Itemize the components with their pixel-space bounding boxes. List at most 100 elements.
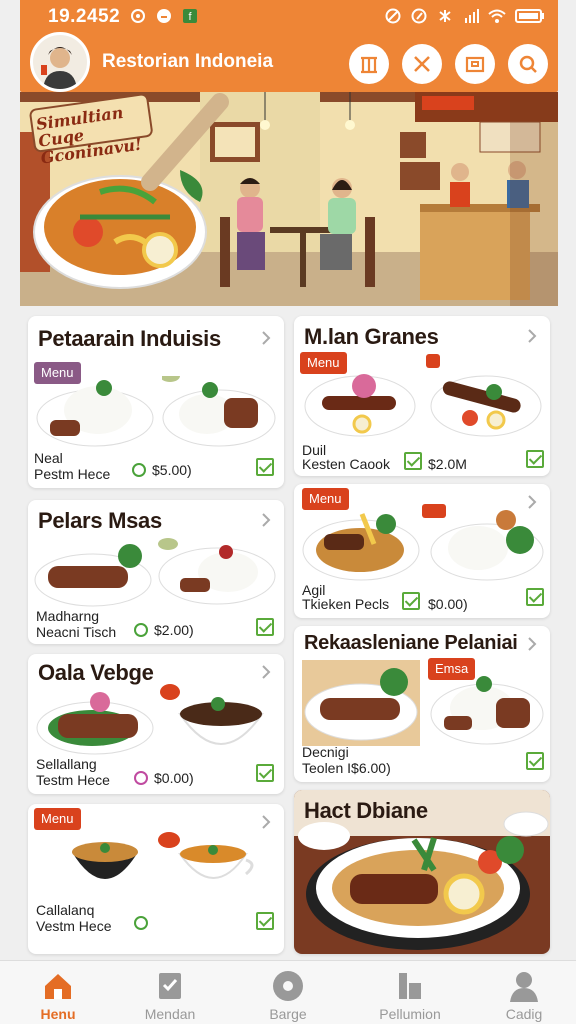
noodle-plate-image xyxy=(302,513,420,581)
card-title: M.lan Granes xyxy=(304,324,439,349)
add-check-icon[interactable] xyxy=(256,764,274,782)
nav-menu[interactable]: Mendan xyxy=(120,961,220,1024)
soup-cup-image xyxy=(178,845,254,879)
person-icon xyxy=(507,969,541,1003)
avatar[interactable] xyxy=(30,32,90,92)
chevron-right-icon[interactable] xyxy=(258,330,274,346)
home-icon xyxy=(41,969,75,1003)
bottom-nav: Henu Mendan Barge Pellumion Cadig xyxy=(0,960,576,1024)
menu-card-rekaasleniane[interactable]: Rekaasleniane Pelaniai Emsa Decnigi Teol… xyxy=(294,626,550,782)
nav-cadig[interactable]: Cadig xyxy=(474,961,574,1024)
hero-banner[interactable]: Simultian Cuqe Gconinavu! xyxy=(20,92,558,306)
item-name: Decnigi xyxy=(302,744,349,760)
menu-check-icon xyxy=(153,969,187,1003)
nav-home[interactable]: Henu xyxy=(8,961,108,1024)
dnd-icon xyxy=(384,7,402,25)
add-check-icon[interactable] xyxy=(526,752,544,770)
restaurant-button[interactable] xyxy=(349,44,389,84)
item-sub: Tkieken Pecls xyxy=(302,596,390,612)
menu-badge: Menu xyxy=(34,808,81,830)
status-time: 19.2452 xyxy=(48,6,121,27)
price-icon xyxy=(132,463,146,477)
sate-plate-image xyxy=(304,374,416,437)
bean-bowl-image xyxy=(178,697,264,745)
add-check-icon[interactable] xyxy=(402,592,420,610)
grilled-meat-plate-image xyxy=(36,692,154,755)
app-header: 19.2452 f Restorian Indoneia xyxy=(20,0,558,92)
price-icon xyxy=(134,916,148,930)
card-title: Rekaasleniane Pelaniai xyxy=(304,632,518,654)
grilled-meat-plate-image xyxy=(302,660,420,746)
chevron-right-icon[interactable] xyxy=(258,664,274,680)
item-price: $5.00) xyxy=(152,462,192,478)
card-title: Pelars Msas xyxy=(38,508,162,533)
bluetooth-icon xyxy=(436,7,454,25)
menu-card-mlan[interactable]: M.lan Granes Menu Duil Kesten Caook $2.0… xyxy=(294,316,550,476)
add-check-icon[interactable] xyxy=(404,452,422,470)
card-title: Petaarain Induisis xyxy=(38,326,221,351)
item-sub: Teolen I$6.00) xyxy=(302,760,391,776)
menu-card-oala[interactable]: Oala Vebge Sellallang Testm Hece $0.00) xyxy=(28,654,284,794)
chevron-right-icon[interactable] xyxy=(258,512,274,528)
sate-plate-image xyxy=(430,375,542,437)
menu-card-agil[interactable]: Menu Agil Tkieken Pecls $0.00) xyxy=(294,484,550,618)
battery-icon xyxy=(514,7,546,25)
utensils-button[interactable] xyxy=(402,44,442,84)
price-icon xyxy=(134,623,148,637)
item-price: $2.0M xyxy=(428,456,467,472)
tag-icon xyxy=(426,354,440,368)
notification-icon xyxy=(129,7,147,25)
app-title: Restorian Indoneia xyxy=(102,51,274,72)
rice-plate-image xyxy=(430,676,544,745)
wifi-icon xyxy=(488,7,506,25)
rice-plate-image xyxy=(158,538,276,605)
item-sub: Neacni Tisch xyxy=(36,624,117,640)
item-price: $2.00) xyxy=(154,622,194,638)
soup-bowl-image xyxy=(72,842,138,879)
item-name: Madharng xyxy=(36,608,100,624)
item-name: Callalanq xyxy=(36,902,95,918)
add-check-icon[interactable] xyxy=(526,588,544,606)
card-title: Hact Dbiane xyxy=(304,798,428,823)
utensils-icon xyxy=(414,56,430,72)
cart-button[interactable] xyxy=(455,44,495,84)
chevron-right-icon[interactable] xyxy=(524,328,540,344)
item-sub: Testm Hece xyxy=(36,772,110,788)
rice-plate-image xyxy=(430,510,544,581)
search-icon xyxy=(519,55,537,73)
status-bar: 19.2452 f xyxy=(20,0,558,32)
app-icon: f xyxy=(181,7,199,25)
sync-icon xyxy=(410,7,428,25)
item-sub: Kesten Caook xyxy=(302,456,390,472)
chevron-right-icon[interactable] xyxy=(258,814,274,830)
grilled-meat-plate-image xyxy=(34,544,152,607)
rice-plate-image xyxy=(162,376,276,447)
add-check-icon[interactable] xyxy=(256,912,274,930)
rice-plate-image xyxy=(36,380,154,447)
chevron-right-icon[interactable] xyxy=(524,636,540,652)
nav-barge[interactable]: Barge xyxy=(238,961,338,1024)
add-check-icon[interactable] xyxy=(526,450,544,468)
item-name: Neal xyxy=(34,450,63,466)
nav-pellumion[interactable]: Pellumion xyxy=(360,961,460,1024)
chart-icon xyxy=(393,969,427,1003)
box-icon xyxy=(465,56,485,73)
add-check-icon[interactable] xyxy=(256,618,274,636)
item-sub: Vestm Hece xyxy=(36,918,112,934)
menu-card-callalanq[interactable]: Menu Callalanq Vestm Hece xyxy=(28,804,284,954)
item-sub: Pestm Hece xyxy=(34,466,111,482)
price-icon xyxy=(134,771,148,785)
disc-icon xyxy=(271,969,305,1003)
add-check-icon[interactable] xyxy=(256,458,274,476)
item-name: Sellallang xyxy=(36,756,97,772)
card-title: Oala Vebge xyxy=(38,660,154,685)
search-button[interactable] xyxy=(508,44,548,84)
cloud-icon xyxy=(155,7,173,25)
item-price: $0.00) xyxy=(428,596,468,612)
menu-card-hact[interactable]: Hact Dbiane xyxy=(294,790,550,954)
storefront-icon xyxy=(361,56,377,74)
item-price: $0.00) xyxy=(154,770,194,786)
menu-card-petaarain[interactable]: Petaarain Induisis Menu Neal Pestm Hece … xyxy=(28,316,284,488)
menu-card-pelars[interactable]: Pelars Msas Madharng Neacni Tisch $2.00) xyxy=(28,500,284,644)
signal-icon xyxy=(462,7,480,25)
